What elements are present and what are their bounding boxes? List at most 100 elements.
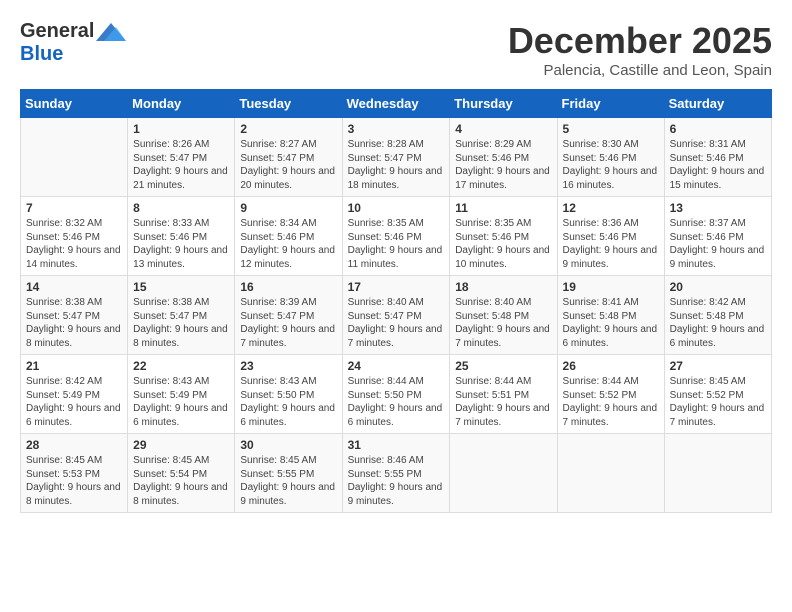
- table-row: 15Sunrise: 8:38 AMSunset: 5:47 PMDayligh…: [128, 276, 235, 355]
- sunrise-text: Sunrise: 8:37 AM: [670, 217, 766, 231]
- table-row: [664, 434, 771, 513]
- sunset-text: Sunset: 5:48 PM: [670, 310, 766, 324]
- day-number: 7: [26, 201, 122, 215]
- day-number: 31: [348, 438, 445, 452]
- day-detail: Sunrise: 8:43 AMSunset: 5:50 PMDaylight:…: [240, 375, 336, 429]
- day-number: 22: [133, 359, 229, 373]
- table-row: 27Sunrise: 8:45 AMSunset: 5:52 PMDayligh…: [664, 355, 771, 434]
- sunrise-text: Sunrise: 8:30 AM: [563, 138, 659, 152]
- day-number: 24: [348, 359, 445, 373]
- sunrise-text: Sunrise: 8:44 AM: [348, 375, 445, 389]
- calendar-week-row: 14Sunrise: 8:38 AMSunset: 5:47 PMDayligh…: [21, 276, 772, 355]
- table-row: 14Sunrise: 8:38 AMSunset: 5:47 PMDayligh…: [21, 276, 128, 355]
- table-row: [450, 434, 557, 513]
- sunset-text: Sunset: 5:55 PM: [240, 468, 336, 482]
- day-number: 8: [133, 201, 229, 215]
- day-detail: Sunrise: 8:34 AMSunset: 5:46 PMDaylight:…: [240, 217, 336, 271]
- sunset-text: Sunset: 5:54 PM: [133, 468, 229, 482]
- day-number: 13: [670, 201, 766, 215]
- daylight-text: Daylight: 9 hours and 15 minutes.: [670, 165, 766, 192]
- table-row: 20 Sunrise: 8:42 AMSunset: 5:48 PMDayligh…: [664, 276, 771, 355]
- sunset-text: Sunset: 5:46 PM: [26, 231, 122, 245]
- day-detail: Sunrise: 8:31 AMSunset: 5:46 PMDaylight:…: [670, 138, 766, 192]
- sunrise-text: Sunrise: 8:45 AM: [133, 454, 229, 468]
- daylight-text: Daylight: 9 hours and 11 minutes.: [348, 244, 445, 271]
- day-detail: Sunrise: 8:43 AMSunset: 5:49 PMDaylight:…: [133, 375, 229, 429]
- daylight-text: Daylight: 9 hours and 6 minutes.: [670, 323, 766, 350]
- sunset-text: Sunset: 5:46 PM: [455, 152, 551, 166]
- sunset-text: Sunset: 5:46 PM: [133, 231, 229, 245]
- page-header: General Blue December 2025 Palencia, Cas…: [20, 20, 772, 79]
- day-detail: Sunrise: 8:33 AMSunset: 5:46 PMDaylight:…: [133, 217, 229, 271]
- day-number: 11: [455, 201, 551, 215]
- day-detail: Sunrise: 8:46 AMSunset: 5:55 PMDaylight:…: [348, 454, 445, 508]
- table-row: 7Sunrise: 8:32 AMSunset: 5:46 PMDaylight…: [21, 197, 128, 276]
- day-number: 21: [26, 359, 122, 373]
- day-detail: Sunrise: 8:40 AMSunset: 5:47 PMDaylight:…: [348, 296, 445, 350]
- table-row: 30 Sunrise: 8:45 AMSunset: 5:55 PMDayligh…: [235, 434, 342, 513]
- header-sunday: Sunday: [21, 90, 128, 118]
- day-number: 30: [240, 438, 336, 452]
- table-row: [557, 434, 664, 513]
- day-detail: Sunrise: 8:39 AMSunset: 5:47 PMDaylight:…: [240, 296, 336, 350]
- day-number: 9: [240, 201, 336, 215]
- sunset-text: Sunset: 5:53 PM: [26, 468, 122, 482]
- day-detail: Sunrise: 8:45 AMSunset: 5:53 PMDaylight:…: [26, 454, 122, 508]
- day-number: 3: [348, 122, 445, 136]
- table-row: 23Sunrise: 8:43 AMSunset: 5:50 PMDayligh…: [235, 355, 342, 434]
- title-area: December 2025 Palencia, Castille and Leo…: [508, 20, 772, 79]
- table-row: 2Sunrise: 8:27 AMSunset: 5:47 PMDaylight…: [235, 118, 342, 197]
- day-detail: Sunrise: 8:38 AMSunset: 5:47 PMDaylight:…: [26, 296, 122, 350]
- table-row: 22 Sunrise: 8:43 AMSunset: 5:49 PMDayligh…: [128, 355, 235, 434]
- table-row: 9 Sunrise: 8:34 AMSunset: 5:46 PMDaylight…: [235, 197, 342, 276]
- day-number: 20: [670, 280, 766, 294]
- daylight-text: Daylight: 9 hours and 14 minutes.: [26, 244, 122, 271]
- table-row: 13Sunrise: 8:37 AMSunset: 5:46 PMDayligh…: [664, 197, 771, 276]
- table-row: 8 Sunrise: 8:33 AMSunset: 5:46 PMDaylight…: [128, 197, 235, 276]
- day-detail: Sunrise: 8:38 AMSunset: 5:47 PMDaylight:…: [133, 296, 229, 350]
- sunrise-text: Sunrise: 8:45 AM: [26, 454, 122, 468]
- sunrise-text: Sunrise: 8:35 AM: [455, 217, 551, 231]
- sunrise-text: Sunrise: 8:29 AM: [455, 138, 551, 152]
- day-number: 19: [563, 280, 659, 294]
- daylight-text: Daylight: 9 hours and 8 minutes.: [26, 323, 122, 350]
- sunrise-text: Sunrise: 8:42 AM: [26, 375, 122, 389]
- calendar-week-row: 21Sunrise: 8:42 AMSunset: 5:49 PMDayligh…: [21, 355, 772, 434]
- day-number: 28: [26, 438, 122, 452]
- sunset-text: Sunset: 5:55 PM: [348, 468, 445, 482]
- daylight-text: Daylight: 9 hours and 8 minutes.: [133, 481, 229, 508]
- sunrise-text: Sunrise: 8:46 AM: [348, 454, 445, 468]
- sunset-text: Sunset: 5:47 PM: [348, 152, 445, 166]
- daylight-text: Daylight: 9 hours and 7 minutes.: [455, 323, 551, 350]
- table-row: 6 Sunrise: 8:31 AMSunset: 5:46 PMDaylight…: [664, 118, 771, 197]
- daylight-text: Daylight: 9 hours and 6 minutes.: [348, 402, 445, 429]
- sunrise-text: Sunrise: 8:27 AM: [240, 138, 336, 152]
- day-number: 1: [133, 122, 229, 136]
- sunset-text: Sunset: 5:46 PM: [348, 231, 445, 245]
- daylight-text: Daylight: 9 hours and 7 minutes.: [563, 402, 659, 429]
- daylight-text: Daylight: 9 hours and 8 minutes.: [133, 323, 229, 350]
- sunrise-text: Sunrise: 8:38 AM: [26, 296, 122, 310]
- day-number: 29: [133, 438, 229, 452]
- daylight-text: Daylight: 9 hours and 18 minutes.: [348, 165, 445, 192]
- day-detail: Sunrise: 8:45 AMSunset: 5:55 PMDaylight:…: [240, 454, 336, 508]
- sunset-text: Sunset: 5:49 PM: [26, 389, 122, 403]
- table-row: 11Sunrise: 8:35 AMSunset: 5:46 PMDayligh…: [450, 197, 557, 276]
- header-thursday: Thursday: [450, 90, 557, 118]
- calendar-week-row: 1Sunrise: 8:26 AMSunset: 5:47 PMDaylight…: [21, 118, 772, 197]
- sunset-text: Sunset: 5:47 PM: [348, 310, 445, 324]
- day-detail: Sunrise: 8:45 AMSunset: 5:54 PMDaylight:…: [133, 454, 229, 508]
- table-row: 29 Sunrise: 8:45 AMSunset: 5:54 PMDayligh…: [128, 434, 235, 513]
- table-row: 3Sunrise: 8:28 AMSunset: 5:47 PMDaylight…: [342, 118, 450, 197]
- day-detail: Sunrise: 8:42 AMSunset: 5:48 PMDaylight:…: [670, 296, 766, 350]
- sunrise-text: Sunrise: 8:41 AM: [563, 296, 659, 310]
- daylight-text: Daylight: 9 hours and 9 minutes.: [563, 244, 659, 271]
- day-number: 6: [670, 122, 766, 136]
- daylight-text: Daylight: 9 hours and 9 minutes.: [670, 244, 766, 271]
- day-detail: Sunrise: 8:42 AMSunset: 5:49 PMDaylight:…: [26, 375, 122, 429]
- table-row: 18Sunrise: 8:40 AMSunset: 5:48 PMDayligh…: [450, 276, 557, 355]
- sunset-text: Sunset: 5:47 PM: [26, 310, 122, 324]
- daylight-text: Daylight: 9 hours and 7 minutes.: [670, 402, 766, 429]
- sunrise-text: Sunrise: 8:42 AM: [670, 296, 766, 310]
- daylight-text: Daylight: 9 hours and 7 minutes.: [348, 323, 445, 350]
